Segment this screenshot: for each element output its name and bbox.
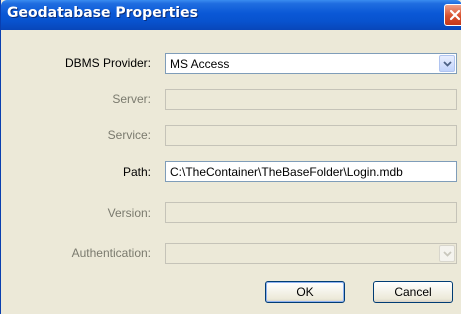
- dbms-provider-select[interactable]: MS Access: [165, 53, 457, 74]
- path-input[interactable]: [165, 161, 457, 182]
- dropdown-arrow-button[interactable]: [439, 55, 455, 72]
- geodatabase-properties-dialog: Geodatabase Properties DBMS Provider: MS…: [0, 0, 461, 314]
- chevron-down-icon: [443, 251, 452, 257]
- cancel-button[interactable]: Cancel: [373, 281, 453, 303]
- service-field[interactable]: [165, 125, 457, 146]
- dropdown-arrow-button[interactable]: [439, 245, 455, 262]
- window-title: Geodatabase Properties: [7, 5, 198, 21]
- dbms-provider-label: DBMS Provider:: [64, 56, 151, 70]
- ok-button[interactable]: OK: [265, 281, 345, 303]
- server-label: Server:: [112, 92, 151, 106]
- server-field[interactable]: [165, 89, 457, 110]
- authentication-select[interactable]: [165, 243, 457, 264]
- chevron-down-icon: [443, 61, 452, 67]
- title-bar[interactable]: Geodatabase Properties: [1, 0, 461, 30]
- close-icon: [449, 9, 461, 21]
- path-label: Path:: [122, 165, 151, 179]
- service-label: Service:: [107, 128, 151, 142]
- close-button[interactable]: [444, 4, 461, 26]
- dbms-provider-value: MS Access: [170, 57, 230, 71]
- authentication-label: Authentication:: [71, 246, 151, 260]
- version-field[interactable]: [165, 202, 457, 223]
- version-label: Version:: [107, 206, 151, 220]
